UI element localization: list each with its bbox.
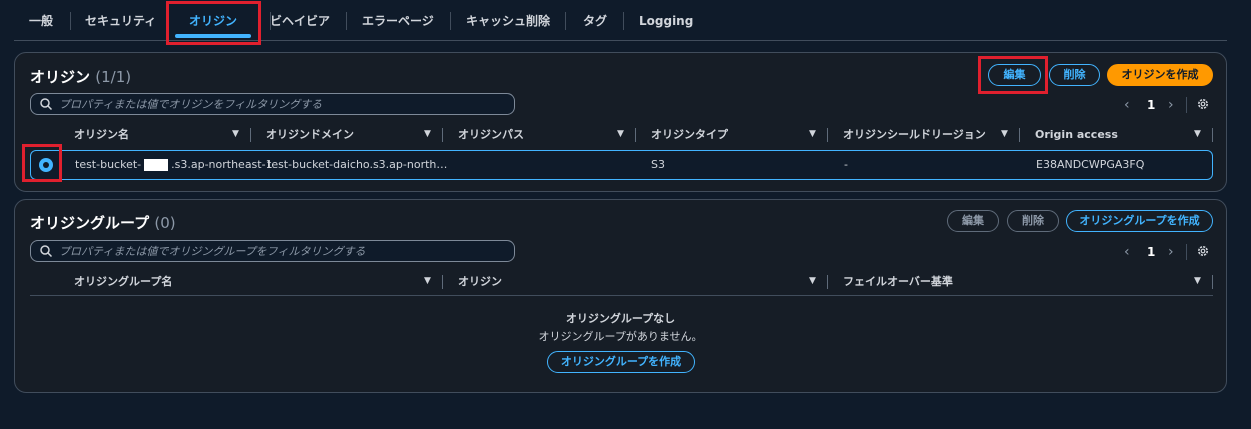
col-origin-domain: オリジンドメイン bbox=[266, 128, 354, 141]
col-divider bbox=[1212, 128, 1213, 142]
col-group-origins: オリジン bbox=[458, 275, 502, 288]
origin-type-cell: S3 bbox=[651, 158, 665, 171]
active-tab-indicator bbox=[175, 34, 251, 38]
col-origin-name: オリジン名 bbox=[74, 128, 129, 141]
search-icon bbox=[40, 245, 53, 258]
origin-groups-title-label: オリジングループ bbox=[30, 214, 150, 232]
tab-tags[interactable]: タグ bbox=[583, 8, 607, 34]
col-origin-access: Origin access bbox=[1035, 128, 1118, 141]
table-row[interactable]: test-bucket- .s3.ap-northeast-1 test-buck… bbox=[30, 150, 1213, 180]
caret-down-icon[interactable]: ▼ bbox=[1001, 129, 1008, 139]
chevron-right-icon[interactable]: › bbox=[1168, 242, 1174, 262]
tab-logging[interactable]: Logging bbox=[639, 8, 693, 34]
col-divider bbox=[1212, 275, 1213, 289]
empty-state-message: オリジングループがありません。 bbox=[538, 330, 703, 343]
origins-title-label: オリジン bbox=[30, 68, 91, 86]
origin-name-suffix: .s3.ap-northeast-1 bbox=[171, 158, 273, 171]
col-group-name: オリジングループ名 bbox=[74, 275, 173, 288]
origins-pagination: ‹ 1 › bbox=[1114, 95, 1214, 115]
col-shield-region: オリジンシールドリージョン bbox=[843, 128, 986, 141]
col-divider bbox=[827, 128, 828, 142]
pager-divider bbox=[1186, 97, 1187, 113]
pager-divider bbox=[1186, 244, 1187, 260]
tab-error-pages[interactable]: エラーページ bbox=[362, 8, 434, 34]
origin-groups-search bbox=[30, 240, 515, 262]
origin-access-cell: E38ANDCWPGA3FQ bbox=[1036, 158, 1145, 171]
tab-invalidations[interactable]: キャッシュ削除 bbox=[466, 8, 550, 34]
create-origin-button[interactable]: オリジンを作成 bbox=[1107, 64, 1213, 86]
search-icon bbox=[40, 98, 53, 111]
caret-down-icon[interactable]: ▼ bbox=[809, 129, 816, 139]
origin-domain-cell: test-bucket-daicho.s3.ap-north… bbox=[267, 158, 448, 171]
empty-state-title: オリジングループなし bbox=[565, 312, 676, 325]
col-divider bbox=[827, 275, 828, 289]
gear-icon[interactable] bbox=[1196, 244, 1210, 258]
origin-groups-count: (0) bbox=[154, 214, 176, 232]
tab-origins[interactable]: オリジン bbox=[189, 8, 237, 34]
chevron-left-icon[interactable]: ‹ bbox=[1124, 242, 1130, 262]
tab-divider bbox=[450, 12, 451, 30]
origins-count: (1/1) bbox=[95, 68, 132, 86]
origin-groups-pagination: ‹ 1 › bbox=[1114, 242, 1214, 262]
caret-down-icon[interactable]: ▼ bbox=[809, 276, 816, 286]
col-divider bbox=[250, 128, 251, 142]
col-origin-type: オリジンタイプ bbox=[651, 128, 728, 141]
tab-divider bbox=[168, 12, 169, 30]
origins-search-input[interactable] bbox=[59, 94, 499, 114]
chevron-right-icon[interactable]: › bbox=[1168, 95, 1174, 115]
redacted-block bbox=[144, 159, 169, 171]
gear-icon[interactable] bbox=[1196, 97, 1210, 111]
edit-origin-button[interactable]: 編集 bbox=[988, 64, 1041, 86]
origins-search bbox=[30, 93, 515, 115]
delete-origin-button[interactable]: 削除 bbox=[1049, 64, 1100, 86]
caret-down-icon[interactable]: ▼ bbox=[1194, 276, 1201, 286]
origin-name-prefix: test-bucket- bbox=[75, 158, 142, 171]
caret-down-icon[interactable]: ▼ bbox=[1194, 129, 1201, 139]
delete-group-button[interactable]: 削除 bbox=[1007, 210, 1059, 232]
chevron-left-icon[interactable]: ‹ bbox=[1124, 95, 1130, 115]
col-divider bbox=[442, 275, 443, 289]
origins-panel: オリジン (1/1) 編集 削除 オリジンを作成 ‹ 1 › オリジン名 ▼ オ… bbox=[14, 52, 1227, 192]
tab-security[interactable]: セキュリティ bbox=[85, 8, 156, 34]
caret-down-icon[interactable]: ▼ bbox=[424, 129, 431, 139]
origin-name-cell: test-bucket- .s3.ap-northeast-1 bbox=[75, 151, 273, 179]
caret-down-icon[interactable]: ▼ bbox=[424, 276, 431, 286]
col-origin-path: オリジンパス bbox=[458, 128, 524, 141]
caret-down-icon[interactable]: ▼ bbox=[232, 129, 239, 139]
empty-create-group-button[interactable]: オリジングループを作成 bbox=[547, 351, 695, 373]
origin-groups-panel: オリジングループ (0) 編集 削除 オリジングループを作成 ‹ 1 › オリジ… bbox=[14, 199, 1227, 393]
origin-groups-title: オリジングループ (0) bbox=[30, 212, 176, 233]
table-header-divider bbox=[30, 295, 1213, 296]
origins-title: オリジン (1/1) bbox=[30, 66, 131, 87]
tab-divider bbox=[70, 12, 71, 30]
create-group-button[interactable]: オリジングループを作成 bbox=[1066, 210, 1213, 232]
tab-divider bbox=[346, 12, 347, 30]
tab-divider bbox=[565, 12, 566, 30]
col-divider bbox=[1019, 128, 1020, 142]
origin-groups-search-input[interactable] bbox=[59, 241, 499, 261]
col-divider bbox=[442, 128, 443, 142]
tab-behaviors[interactable]: ビヘイビア bbox=[270, 8, 330, 34]
tab-general[interactable]: 一般 bbox=[29, 8, 53, 34]
origin-groups-page-number[interactable]: 1 bbox=[1147, 242, 1155, 262]
tab-divider bbox=[623, 12, 624, 30]
shield-region-cell: - bbox=[844, 158, 848, 171]
col-divider bbox=[635, 128, 636, 142]
edit-group-button[interactable]: 編集 bbox=[947, 210, 999, 232]
caret-down-icon[interactable]: ▼ bbox=[617, 129, 624, 139]
col-failover-criteria: フェイルオーバー基準 bbox=[843, 275, 953, 288]
origins-page-number[interactable]: 1 bbox=[1147, 95, 1155, 115]
row-radio-selected[interactable] bbox=[39, 158, 53, 172]
